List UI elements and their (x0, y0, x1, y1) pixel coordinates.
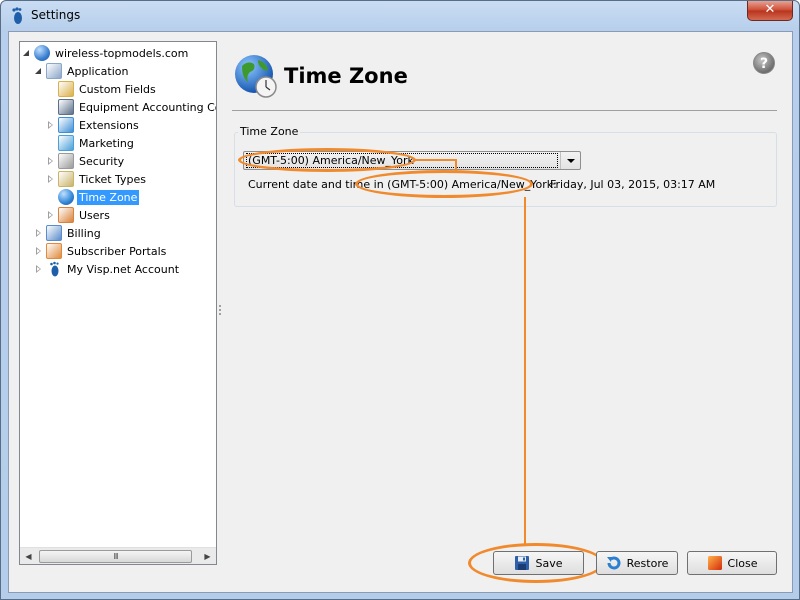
tree-item-label: Extensions (79, 118, 139, 132)
tree-item[interactable]: Subscriber Portals (34, 242, 168, 260)
tree-item-label: Custom Fields (79, 82, 156, 96)
footprint-icon (12, 7, 22, 24)
tree-item-label: Ticket Types (79, 172, 147, 186)
tree-item[interactable]: Billing (34, 224, 103, 242)
window-close-button[interactable]: ✕ (747, 1, 793, 21)
restore-button[interactable]: Restore (596, 551, 678, 575)
header-divider (232, 110, 777, 111)
help-icon[interactable]: ? (753, 52, 775, 74)
lock-icon (58, 153, 74, 169)
tree-item[interactable]: wireless-topmodels.com (22, 44, 190, 62)
timezone-select[interactable]: (GMT-5:00) America/New_York (243, 151, 581, 170)
expand-arrow-icon[interactable] (46, 210, 56, 220)
tree-item[interactable]: Security (46, 152, 126, 170)
settings-tree[interactable]: ◀ III ▶ wireless-topmodels.com Applicatio… (19, 41, 217, 565)
tree-item[interactable]: Custom Fields (46, 80, 158, 98)
timezone-select-value: (GMT-5:00) America/New_York (246, 153, 558, 168)
scroll-thumb[interactable]: III (39, 550, 192, 563)
tree-item[interactable]: Users (46, 206, 112, 224)
tree-item[interactable]: Marketing (46, 134, 136, 152)
portal-icon (46, 243, 62, 259)
tree-item-label: Billing (67, 226, 101, 240)
collapse-arrow-icon[interactable] (22, 48, 32, 58)
globe-icon (34, 45, 50, 61)
pane-splitter[interactable] (219, 305, 222, 317)
expand-arrow-icon[interactable] (46, 120, 56, 130)
pencil-icon (58, 81, 74, 97)
tree-item-label: Marketing (79, 136, 134, 150)
tree-item[interactable]: Extensions (46, 116, 141, 134)
timezone-group-title: Time Zone (238, 125, 301, 138)
users-icon (58, 207, 74, 223)
tree-item-label: Application (67, 64, 129, 78)
expand-arrow-icon[interactable] (34, 246, 44, 256)
title-bar[interactable]: Settings ✕ (1, 1, 799, 31)
tree-item-label: Security (79, 154, 125, 168)
device-icon (58, 99, 74, 115)
globe-clock-icon (58, 189, 74, 205)
puzzle-icon (58, 117, 74, 133)
expand-arrow-icon[interactable] (46, 174, 56, 184)
close-button-label: Close (727, 556, 758, 570)
restore-button-label: Restore (626, 556, 669, 570)
close-button[interactable]: Close (687, 551, 777, 575)
scroll-left-icon[interactable]: ◀ (20, 548, 37, 564)
scroll-right-icon[interactable]: ▶ (199, 548, 216, 564)
tree-item[interactable]: Ticket Types (46, 170, 148, 188)
tree-item[interactable]: Equipment Accounting Control (46, 98, 216, 116)
tree-item-label: Equipment Accounting Control (79, 100, 216, 114)
billing-icon (46, 225, 62, 241)
tree-item[interactable]: Time Zone (46, 188, 140, 206)
close-icon: ✕ (764, 2, 776, 17)
floppy-disk-icon (515, 556, 530, 570)
collapse-arrow-icon[interactable] (34, 66, 44, 76)
chevron-down-icon[interactable] (560, 152, 580, 169)
tree-item-label: Users (79, 208, 110, 222)
tree-item[interactable]: My Visp.net Account (34, 260, 181, 278)
expand-arrow-icon[interactable] (34, 228, 44, 238)
expand-arrow-icon[interactable] (34, 264, 44, 274)
application-icon (46, 63, 62, 79)
footprint-icon (46, 261, 62, 277)
window-title: Settings (31, 8, 81, 22)
tree-horizontal-scrollbar[interactable]: ◀ III ▶ (20, 547, 216, 564)
current-time-value: Friday, Jul 03, 2015, 03:17 AM (550, 178, 716, 191)
save-button[interactable]: Save (493, 551, 584, 575)
page-title: Time Zone (284, 64, 408, 88)
current-time-label: Current date and time in (GMT-5:00) Amer… (248, 178, 557, 191)
globe-clock-icon (235, 55, 277, 98)
tree-item-label: Subscriber Portals (67, 244, 167, 258)
tree-item-label: Time Zone (77, 189, 140, 205)
close-square-icon (707, 556, 722, 570)
ticket-icon (58, 171, 74, 187)
tree-item-label: wireless-topmodels.com (55, 46, 189, 60)
restore-arrow-icon (606, 556, 621, 570)
save-button-label: Save (535, 556, 563, 570)
tree-item[interactable]: Application (34, 62, 130, 80)
tree-item-label: My Visp.net Account (67, 262, 180, 276)
chart-icon (58, 135, 74, 151)
expand-arrow-icon[interactable] (46, 156, 56, 166)
